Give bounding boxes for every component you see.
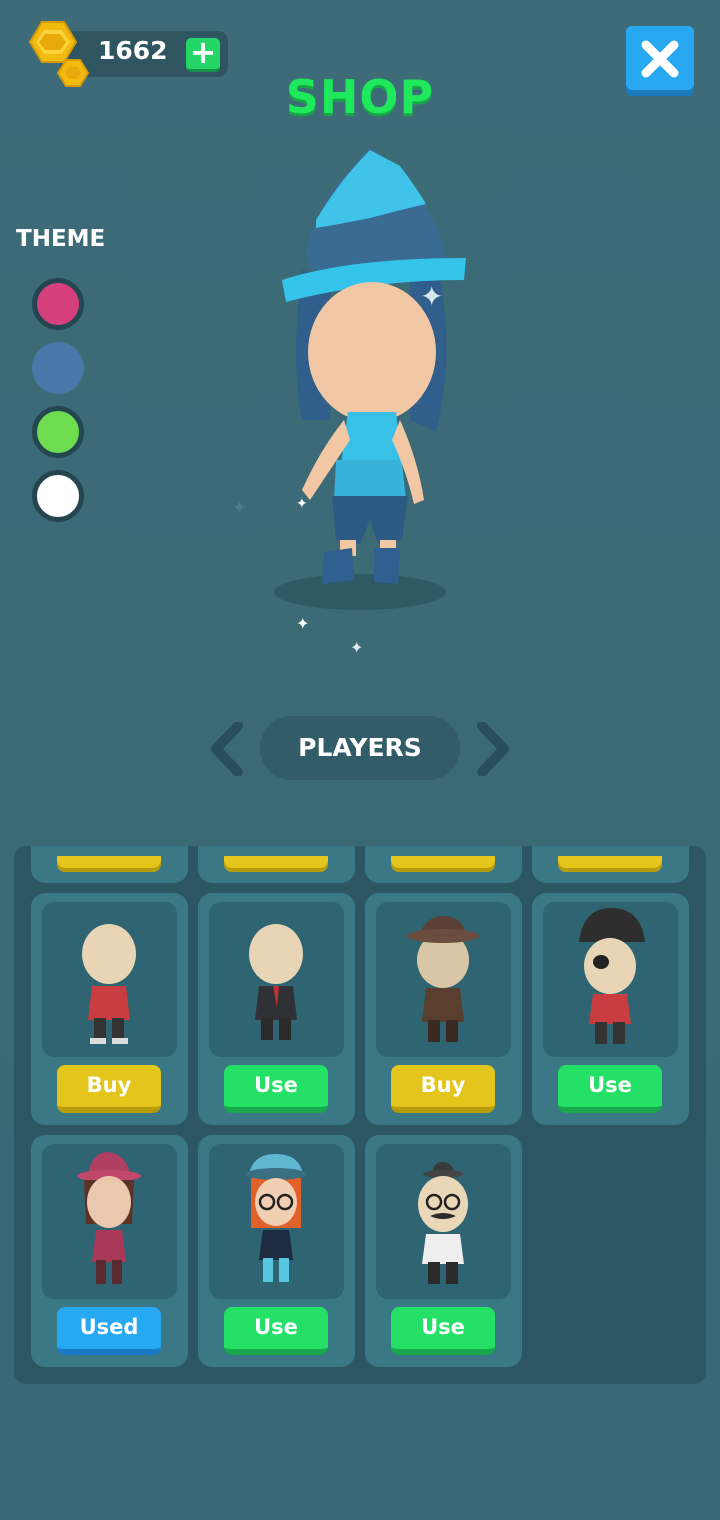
page-title: SHOP: [285, 70, 435, 124]
item-card-partial: [532, 846, 689, 883]
character-thumbnail: [42, 1144, 177, 1299]
character-thumbnail: [209, 902, 344, 1057]
coin-count: 1662: [98, 36, 168, 65]
theme-swatch-green[interactable]: [32, 406, 84, 458]
theme-swatch-blue[interactable]: [32, 342, 84, 394]
character-thumbnail: [543, 902, 678, 1057]
character-preview: [274, 148, 466, 610]
use-button[interactable]: Use: [224, 1065, 328, 1113]
character-thumbnail: [376, 1144, 511, 1299]
item-card-pink-hat-girl[interactable]: Used: [31, 1135, 188, 1367]
item-card-pirate-eyepatch[interactable]: Use: [532, 893, 689, 1125]
item-card-fedora-brown-coat[interactable]: Buy: [365, 893, 522, 1125]
add-coins-button[interactable]: +: [186, 36, 220, 72]
sparkle: ✦: [420, 280, 444, 313]
sparkle: ✦: [296, 496, 308, 512]
sparkle: ✦: [232, 498, 248, 519]
item-card-partial: [31, 846, 188, 883]
used-button[interactable]: Used: [57, 1307, 161, 1355]
item-card-bald-suit[interactable]: Use: [198, 893, 355, 1125]
theme-swatch-white[interactable]: [32, 470, 84, 522]
item-card-partial: [198, 846, 355, 883]
item-card-bald-red-shirt[interactable]: Buy: [31, 893, 188, 1125]
use-button[interactable]: Use: [391, 1307, 495, 1355]
plus-icon: +: [189, 33, 217, 71]
use-button[interactable]: Use: [224, 1307, 328, 1355]
buy-button[interactable]: Buy: [57, 1065, 161, 1113]
item-grid[interactable]: Buy Use Buy Use Used Use Use: [14, 846, 706, 1384]
character-thumbnail: [376, 902, 511, 1057]
character-thumbnail: [42, 902, 177, 1057]
buy-button[interactable]: Buy: [391, 1065, 495, 1113]
use-button[interactable]: Use: [558, 1065, 662, 1113]
chevron-left-icon[interactable]: [206, 722, 246, 776]
item-card-partial: [365, 846, 522, 883]
theme-label: THEME: [16, 226, 106, 252]
chevron-right-icon[interactable]: [474, 722, 514, 776]
sparkle: ✦: [296, 614, 310, 633]
theme-swatch-pink[interactable]: [32, 278, 84, 330]
character-thumbnail: [209, 1144, 344, 1299]
category-label: PLAYERS: [298, 733, 422, 762]
item-card-mustache-glasses-man[interactable]: Use: [365, 1135, 522, 1367]
item-card-beanie-glasses-girl[interactable]: Use: [198, 1135, 355, 1367]
sparkle: ✦: [350, 638, 364, 657]
